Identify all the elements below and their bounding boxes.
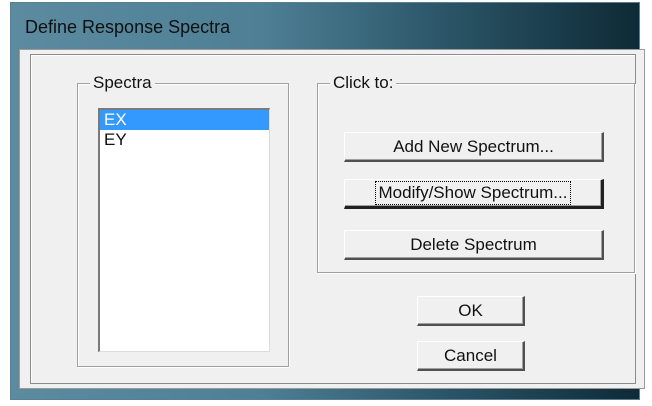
list-item[interactable]: EX (100, 110, 269, 130)
list-item-label: EY (104, 130, 127, 149)
modify-show-spectrum-label: Modify/Show Spectrum... (374, 181, 572, 205)
spectra-group-label: Spectra (90, 73, 155, 93)
list-item-label: EX (104, 110, 127, 129)
title-bar[interactable]: Define Response Spectra (11, 3, 639, 47)
spectra-group: Spectra EX EY (77, 73, 289, 367)
delete-spectrum-label: Delete Spectrum (410, 234, 537, 254)
click-to-group: Click to: Add New Spectrum... Modify/Sho… (317, 73, 635, 273)
delete-spectrum-button[interactable]: Delete Spectrum (344, 230, 604, 260)
ok-button[interactable]: OK (417, 296, 525, 326)
add-new-spectrum-label: Add New Spectrum... (393, 136, 554, 156)
spectra-listbox[interactable]: EX EY (98, 108, 270, 352)
dialog-client-area: Spectra EX EY Click to: Add New Spectrum… (19, 49, 645, 389)
window-title: Define Response Spectra (25, 17, 231, 37)
ok-button-label: OK (458, 300, 483, 320)
dialog-window: Define Response Spectra Spectra EX EY Cl… (10, 2, 645, 400)
add-new-spectrum-button[interactable]: Add New Spectrum... (344, 132, 604, 162)
cancel-button-label: Cancel (444, 345, 497, 365)
cancel-button[interactable]: Cancel (417, 341, 525, 371)
click-to-group-label: Click to: (330, 73, 397, 93)
dialog-content-frame: Spectra EX EY Click to: Add New Spectrum… (30, 54, 636, 384)
modify-show-spectrum-button[interactable]: Modify/Show Spectrum... (344, 179, 604, 209)
list-item[interactable]: EY (100, 130, 269, 150)
